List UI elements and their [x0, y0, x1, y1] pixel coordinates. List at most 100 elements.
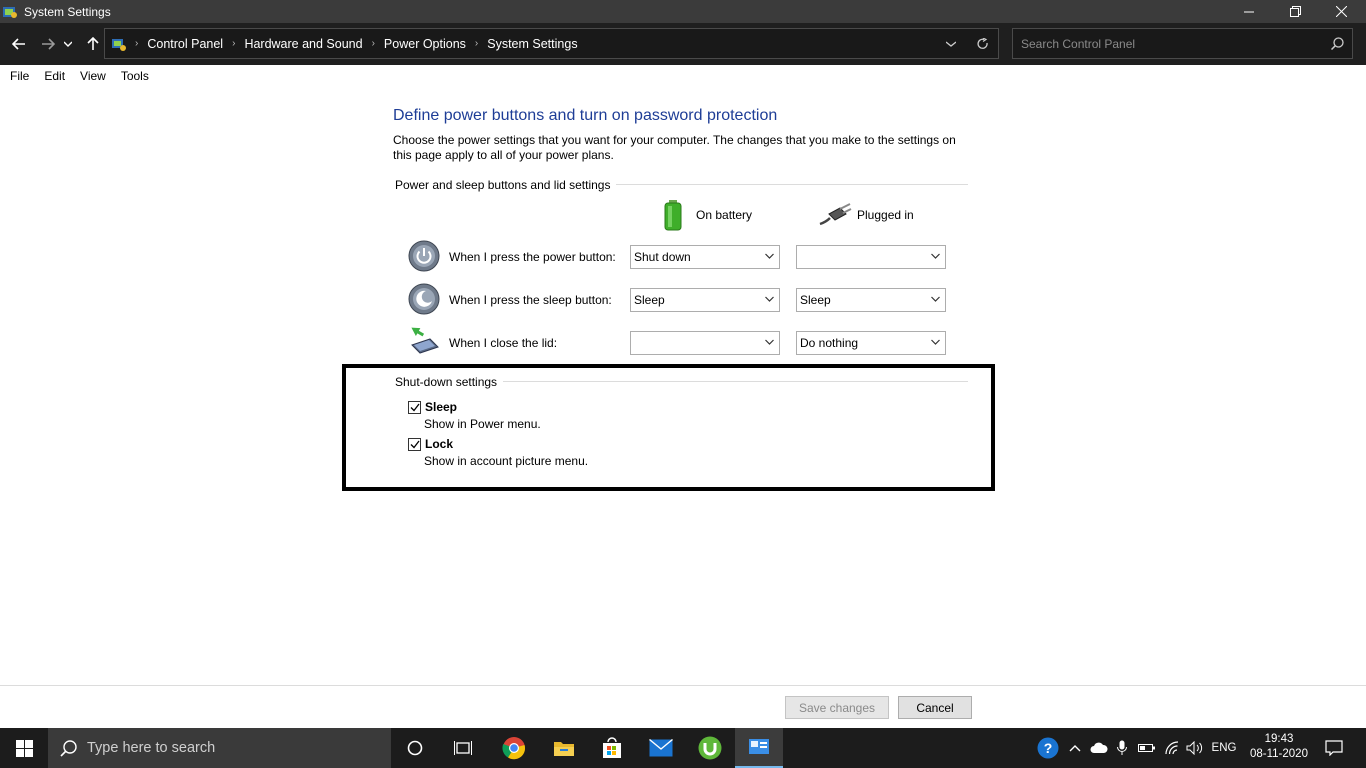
- chevron-down-icon: [931, 339, 940, 345]
- taskbar: Type here to search ? ENG 19:43 08-11-20…: [0, 728, 1366, 768]
- store-icon: [603, 737, 621, 758]
- menu-file[interactable]: File: [10, 69, 29, 83]
- clock-time: 19:43: [1264, 733, 1294, 745]
- menu-edit[interactable]: Edit: [44, 69, 65, 83]
- checkmark-icon: [410, 403, 420, 412]
- control-panel-icon: [112, 38, 126, 51]
- taskbar-search-placeholder: Type here to search: [87, 740, 216, 756]
- close-icon: [1335, 6, 1347, 17]
- up-button[interactable]: [82, 33, 104, 55]
- checkmark-icon: [410, 440, 420, 449]
- chevron-down-icon: [765, 296, 774, 302]
- file-explorer-taskbar-button[interactable]: [540, 728, 588, 768]
- taskbar-search[interactable]: Type here to search: [48, 728, 391, 768]
- sleep-button-plugged-value: Sleep: [800, 293, 831, 307]
- show-hidden-icons-button[interactable]: [1066, 728, 1084, 768]
- column-on-battery: On battery: [662, 199, 752, 231]
- chevron-down-icon: [931, 296, 940, 302]
- cancel-button[interactable]: Cancel: [898, 696, 972, 719]
- breadcrumb-power-options[interactable]: Power Options: [384, 37, 466, 51]
- action-center-button[interactable]: [1320, 728, 1348, 768]
- sleep-button-icon: [408, 283, 440, 315]
- mail-taskbar-button[interactable]: [637, 728, 685, 768]
- mail-icon: [649, 739, 673, 757]
- sleep-option-subtitle: Show in Power menu.: [424, 417, 541, 431]
- chevron-down-icon: [931, 253, 940, 259]
- windows-logo-icon: [15, 739, 33, 757]
- address-history-button[interactable]: [934, 40, 968, 47]
- maximize-button[interactable]: [1272, 0, 1318, 23]
- search-input[interactable]: [1021, 36, 1321, 51]
- breadcrumb-separator-icon[interactable]: ›: [475, 38, 478, 49]
- chevron-down-icon: [765, 339, 774, 345]
- sleep-button-battery-select[interactable]: Sleep: [630, 288, 780, 312]
- sleep-button-label: When I press the sleep button:: [449, 293, 612, 307]
- minimize-button[interactable]: [1226, 0, 1272, 23]
- onedrive-tray-button[interactable]: [1088, 728, 1110, 768]
- search-icon: [60, 739, 77, 757]
- control-panel-icon: [3, 6, 17, 18]
- control-panel-taskbar-button[interactable]: [735, 728, 783, 768]
- sleep-option-title: Sleep: [425, 400, 458, 414]
- volume-tray-button[interactable]: [1185, 728, 1205, 768]
- title-bar: System Settings: [0, 0, 1366, 23]
- lock-option-title: Lock: [425, 437, 454, 451]
- refresh-button[interactable]: [968, 37, 998, 50]
- power-button-battery-select[interactable]: Shut down: [630, 245, 780, 269]
- task-view-button[interactable]: [439, 728, 487, 768]
- clock[interactable]: 19:43 08-11-2020: [1244, 732, 1314, 762]
- breadcrumb-system-settings[interactable]: System Settings: [487, 37, 577, 51]
- cortana-button[interactable]: [391, 728, 439, 768]
- save-changes-button[interactable]: Save changes: [785, 696, 889, 719]
- breadcrumb-separator-icon[interactable]: ›: [232, 38, 235, 49]
- breadcrumb-hardware-and-sound[interactable]: Hardware and Sound: [244, 37, 362, 51]
- navigation-bar: › Control Panel › Hardware and Sound › P…: [0, 23, 1366, 65]
- close-lid-label: When I close the lid:: [449, 336, 558, 350]
- close-lid-battery-select[interactable]: [630, 331, 780, 355]
- address-box[interactable]: › Control Panel › Hardware and Sound › P…: [104, 28, 999, 59]
- close-lid-plugged-select[interactable]: Do nothing: [796, 331, 946, 355]
- back-button[interactable]: [8, 33, 30, 55]
- power-button-plugged-select[interactable]: [796, 245, 946, 269]
- sleep-checkbox[interactable]: [408, 401, 421, 414]
- network-tray-button[interactable]: [1162, 728, 1182, 768]
- power-plug-icon: [819, 203, 852, 226]
- sleep-option[interactable]: Sleep: [408, 400, 457, 414]
- group-title-shutdown: Shut-down settings: [395, 375, 504, 389]
- page-title: Define power buttons and turn on passwor…: [393, 107, 778, 124]
- chevron-up-icon: [1069, 745, 1081, 752]
- recent-locations-button[interactable]: [61, 33, 75, 55]
- chrome-icon: [502, 737, 526, 760]
- column-on-battery-label: On battery: [696, 208, 753, 222]
- lock-checkbox[interactable]: [408, 438, 421, 451]
- breadcrumb-control-panel[interactable]: Control Panel: [147, 37, 223, 51]
- refresh-icon: [977, 37, 988, 49]
- battery-tray-button[interactable]: [1137, 728, 1157, 768]
- microphone-tray-button[interactable]: [1113, 728, 1131, 768]
- lock-option-subtitle: Show in account picture menu.: [424, 454, 589, 468]
- cloud-icon: [1090, 742, 1108, 753]
- close-button[interactable]: [1318, 0, 1364, 23]
- help-tray-button[interactable]: ?: [1036, 728, 1060, 768]
- power-button-icon: [408, 240, 440, 272]
- folder-icon: [554, 742, 574, 756]
- store-taskbar-button[interactable]: [588, 728, 636, 768]
- forward-button[interactable]: [37, 33, 59, 55]
- sleep-button-battery-value: Sleep: [634, 293, 665, 307]
- chevron-down-icon: [64, 41, 72, 47]
- menu-tools[interactable]: Tools: [121, 69, 149, 83]
- control-panel-icon: [749, 739, 769, 754]
- utorrent-taskbar-button[interactable]: [686, 728, 734, 768]
- lock-option[interactable]: Lock: [408, 437, 453, 451]
- column-plugged-in: Plugged in: [818, 202, 914, 228]
- close-lid-plugged-value: Do nothing: [800, 336, 859, 350]
- menu-view[interactable]: View: [80, 69, 106, 83]
- start-button[interactable]: [0, 728, 48, 768]
- breadcrumb-separator-icon[interactable]: ›: [372, 38, 375, 49]
- sleep-button-plugged-select[interactable]: Sleep: [796, 288, 946, 312]
- language-indicator[interactable]: ENG: [1208, 728, 1240, 768]
- search-control-panel[interactable]: [1012, 28, 1353, 59]
- svg-text:?: ?: [1044, 740, 1053, 756]
- chrome-taskbar-button[interactable]: [490, 728, 538, 768]
- utorrent-icon: [698, 736, 722, 760]
